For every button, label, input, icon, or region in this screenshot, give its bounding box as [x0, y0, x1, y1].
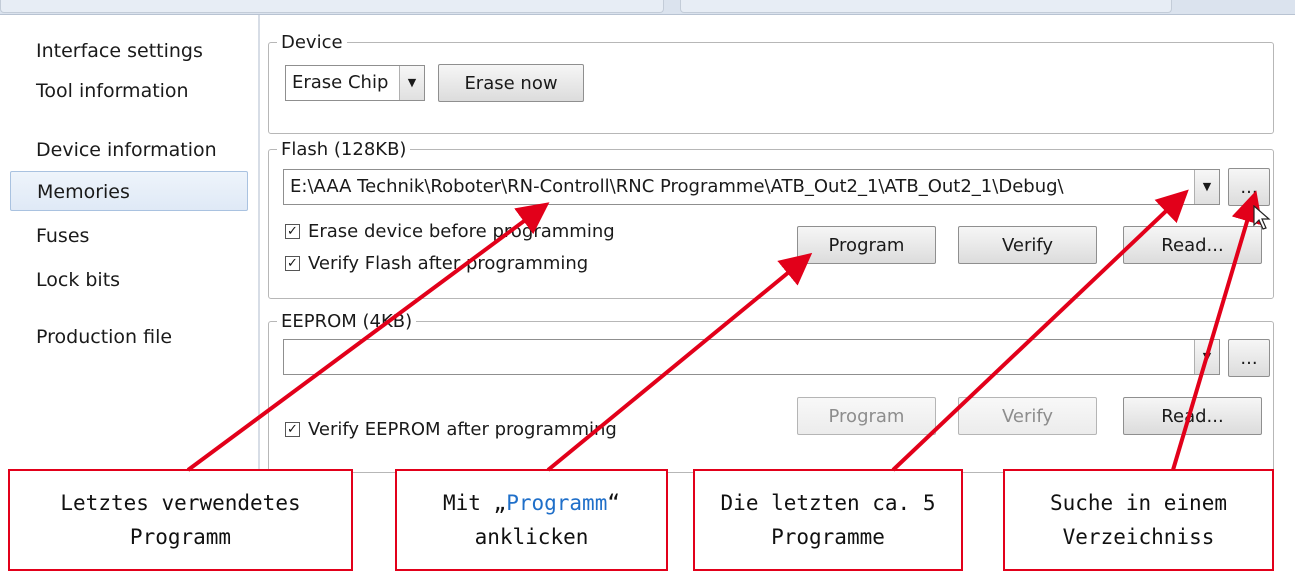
chevron-down-icon[interactable]: ▼ [1194, 170, 1219, 204]
verify-eeprom-checkbox[interactable]: ✓ Verify EEPROM after programming [285, 419, 617, 440]
erase-before-programming-label: Erase device before programming [308, 221, 615, 242]
callout-last-five-programs: Die letzten ca. 5 Programme [693, 469, 963, 571]
erase-mode-value: Erase Chip [292, 72, 389, 93]
top-tab-segment[interactable] [680, 0, 1172, 13]
checkbox-check-icon[interactable]: ✓ [285, 256, 300, 271]
callout-text: Verzeichniss [1062, 525, 1215, 549]
flash-program-button[interactable]: Program [797, 226, 936, 264]
eeprom-program-button[interactable]: Program [797, 397, 936, 435]
flash-file-select[interactable]: E:\AAA Technik\Roboter\RN-Controll\RNC P… [283, 169, 1220, 205]
sidebar-item-interface-settings[interactable]: Interface settings [10, 31, 248, 71]
erase-before-programming-checkbox[interactable]: ✓ Erase device before programming [285, 221, 615, 242]
eeprom-browse-button[interactable]: ... [1228, 339, 1270, 377]
mouse-cursor-icon [1253, 205, 1271, 230]
flash-file-path: E:\AAA Technik\Roboter\RN-Controll\RNC P… [290, 176, 1064, 197]
sidebar-item-memories[interactable]: Memories [10, 171, 248, 211]
sidebar-item-lock-bits[interactable]: Lock bits [10, 260, 248, 300]
callout-text-suffix: “ [607, 491, 621, 515]
chevron-down-icon[interactable]: ▼ [1194, 340, 1219, 374]
sidebar-item-production-file[interactable]: Production file [10, 317, 248, 357]
flash-group-legend: Flash (128KB) [281, 139, 407, 160]
eeprom-file-select[interactable]: ▼ [283, 339, 1220, 375]
eeprom-verify-button[interactable]: Verify [958, 397, 1097, 435]
callout-last-used-program: Letztes verwendetes Programm [8, 469, 353, 571]
flash-read-button[interactable]: Read... [1123, 226, 1262, 264]
device-group-legend: Device [281, 32, 343, 53]
callout-text-prefix: Mit „ [442, 491, 507, 515]
erase-now-button[interactable]: Erase now [438, 64, 584, 102]
sidebar-item-tool-information[interactable]: Tool information [10, 71, 248, 111]
callout-text: anklicken [474, 525, 589, 549]
callout-text: Letztes verwendetes [60, 491, 301, 515]
eeprom-group: EEPROM (4KB) [268, 311, 1274, 473]
callout-highlight: Programm [506, 491, 608, 515]
top-tab-segment[interactable] [0, 0, 664, 13]
callout-click-program: Mit „Programm“ anklicken [395, 469, 668, 571]
callout-text: Programme [771, 525, 885, 549]
verify-flash-checkbox[interactable]: ✓ Verify Flash after programming [285, 253, 588, 274]
eeprom-group-legend: EEPROM (4KB) [281, 311, 413, 332]
callout-search-directory: Suche in einem Verzeichniss [1003, 469, 1274, 571]
erase-mode-select[interactable]: Erase Chip ▼ [285, 65, 425, 101]
flash-group: Flash (128KB) [268, 139, 1274, 299]
checkbox-check-icon[interactable]: ✓ [285, 224, 300, 239]
callout-text: Mit „Programm“ [397, 486, 666, 520]
flash-verify-button[interactable]: Verify [958, 226, 1097, 264]
eeprom-read-button[interactable]: Read... [1123, 397, 1262, 435]
window-top-bar [0, 0, 1295, 15]
sidebar-item-device-information[interactable]: Device information [10, 130, 248, 170]
verify-flash-label: Verify Flash after programming [308, 253, 589, 274]
callout-text: Die letzten ca. 5 [720, 491, 936, 515]
verify-eeprom-label: Verify EEPROM after programming [308, 419, 617, 440]
flash-browse-button[interactable]: ... [1228, 168, 1270, 206]
sidebar-item-fuses[interactable]: Fuses [10, 216, 248, 256]
chevron-down-icon[interactable]: ▼ [399, 66, 424, 100]
callout-text: Suche in einem [1049, 491, 1227, 515]
callout-text: Programm [129, 525, 232, 549]
checkbox-check-icon[interactable]: ✓ [285, 422, 300, 437]
